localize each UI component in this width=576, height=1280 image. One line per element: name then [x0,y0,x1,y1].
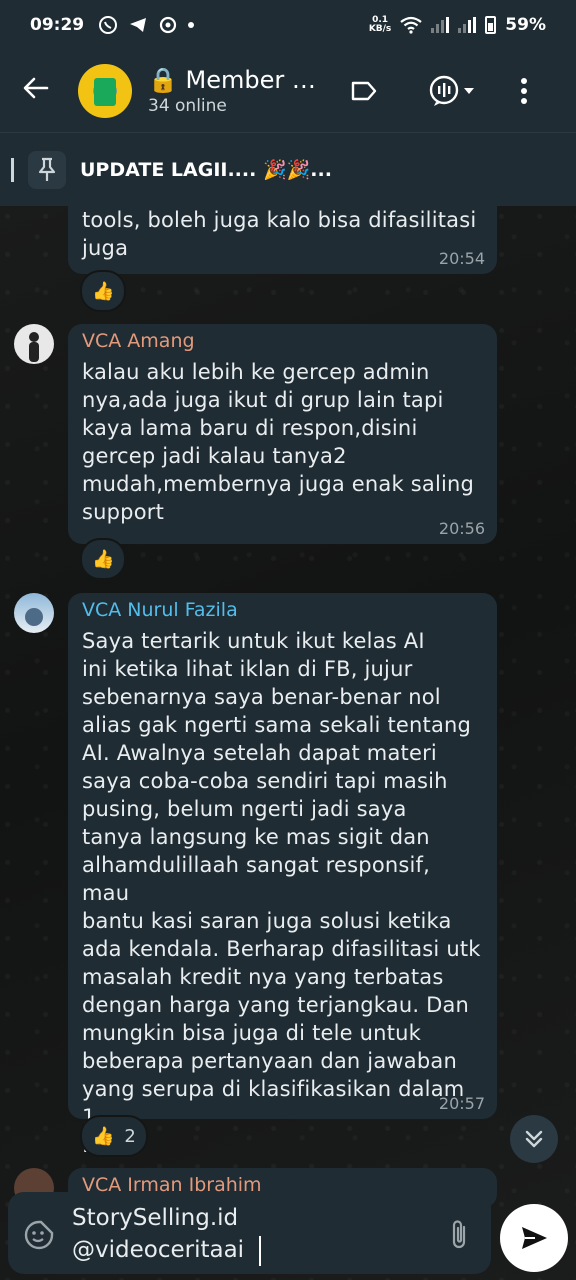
attach-button[interactable] [449,1218,469,1254]
message-bubble[interactable]: VCA Amang kalau aku lebih ke gercep admi… [68,324,497,544]
status-time: 09:29 [30,15,85,35]
reaction-chip[interactable]: 👍 [80,538,127,580]
lock-emoji-icon: 🔒 [148,66,178,94]
avatar[interactable] [14,593,54,633]
scroll-to-bottom-button[interactable] [510,1115,558,1163]
more-options-button[interactable] [520,77,528,105]
status-bar: 09:29 0.1 KB/s 59% [0,0,576,50]
wifi-icon [400,16,422,34]
threads-icon [160,16,177,34]
message-bubble[interactable]: VCA Nurul Fazila Saya tertarik untuk iku… [68,593,497,1157]
more-vert-icon [521,78,527,104]
label-icon [351,81,377,101]
double-chevron-down-icon [525,1130,543,1148]
battery-icon [485,16,497,34]
sender-name[interactable]: VCA Nurul Fazila [82,599,483,621]
reaction-chip[interactable]: 👍 [80,270,127,312]
pinned-text: UPDATE LAGII.... 🎉🎉... [80,159,332,181]
reaction-chip[interactable]: 👍 2 [80,1115,148,1157]
sender-name[interactable]: VCA Amang [82,330,483,352]
voice-chat-button[interactable] [428,74,476,108]
whatsapp-icon [99,16,118,34]
send-button[interactable] [500,1204,568,1272]
text-cursor [259,1236,261,1266]
sticker-button[interactable] [24,1220,54,1254]
telegram-icon [130,18,147,32]
paperclip-icon [452,1220,466,1249]
person-avatar-icon [29,332,39,362]
thumbs-up-icon: 👍 [92,548,115,570]
label-button[interactable] [350,80,378,102]
group-avatar[interactable] [78,64,132,118]
message-text: Saya tertarik untuk ikut kelas AI ini ke… [82,629,481,1157]
online-count: 34 online [148,96,227,116]
group-title-block[interactable]: 🔒 Member V... 34 online [148,66,328,116]
notification-dot-icon [188,22,195,28]
reaction-count: 2 [124,1125,136,1147]
chat-header: 🔒 Member V... 34 online [0,50,576,132]
thumbs-up-icon: 👍 [92,280,115,302]
pin-icon [38,157,56,181]
signal-2-icon [458,17,477,33]
person-avatar-icon [25,608,43,626]
arrow-left-icon [23,77,49,98]
thumbs-up-icon: 👍 [92,1125,115,1147]
message-time: 20:54 [438,249,485,268]
avatar[interactable] [14,324,54,364]
back-button[interactable] [22,74,52,109]
network-speed: 0.1 KB/s [368,15,392,34]
signal-icon [431,17,450,33]
message-text: tools, boleh juga kalo bisa difasilitasi… [82,208,477,260]
battery-percent: 59% [505,15,546,35]
message-input-bar: StorySelling.id @videoceritaai [8,1192,491,1274]
group-title: 🔒 Member V... [148,66,328,94]
chevron-down-icon [464,88,474,94]
message-bubble[interactable]: tools, boleh juga kalo bisa difasilitasi… [68,190,497,274]
message-time: 20:56 [438,519,485,538]
send-icon [522,1227,547,1249]
pin-icon-box [28,150,66,189]
message-time: 20:57 [438,1094,485,1113]
sticker-icon [24,1220,54,1250]
message-text: kalau aku lebih ke gercep admin nya,ada … [82,360,475,524]
voice-chat-icon [429,75,459,106]
pinned-indicator [11,157,14,182]
message-input[interactable]: StorySelling.id @videoceritaai [72,1202,244,1266]
